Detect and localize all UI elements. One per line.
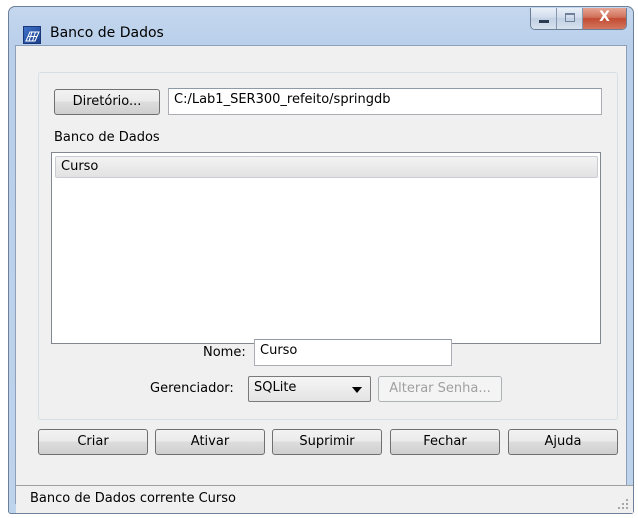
status-text: Banco de Dados corrente Curso bbox=[30, 491, 236, 506]
name-label: Nome: bbox=[203, 345, 246, 360]
manager-selected-value: SQLite bbox=[254, 380, 297, 395]
change-password-button[interactable]: Alterar Senha... bbox=[378, 376, 502, 402]
maximize-button[interactable] bbox=[557, 8, 583, 29]
minimize-icon bbox=[539, 20, 549, 23]
manager-label: Gerenciador: bbox=[150, 381, 234, 396]
activate-button[interactable]: Ativar bbox=[155, 429, 265, 455]
window-title: Banco de Dados bbox=[50, 25, 164, 41]
maximize-icon bbox=[565, 13, 575, 22]
delete-button[interactable]: Suprimir bbox=[272, 429, 382, 455]
manager-select[interactable]: SQLite bbox=[248, 376, 371, 402]
list-item-curso[interactable]: Curso bbox=[55, 156, 598, 178]
status-bar: Banco de Dados corrente Curso bbox=[16, 485, 633, 513]
create-button[interactable]: Criar bbox=[38, 429, 148, 455]
minimize-button[interactable] bbox=[531, 8, 557, 29]
database-list-label: Banco de Dados bbox=[54, 130, 160, 145]
name-input[interactable]: Curso bbox=[254, 339, 452, 366]
close-icon: X bbox=[599, 9, 610, 25]
database-grid-icon bbox=[23, 26, 41, 44]
directory-button[interactable]: Diretório... bbox=[54, 89, 160, 115]
caption-buttons: X bbox=[530, 8, 627, 30]
directory-path-field[interactable]: C:/Lab1_SER300_refeito/springdb bbox=[168, 88, 602, 115]
close-window-button[interactable]: X bbox=[583, 8, 626, 29]
resize-grip-icon[interactable] bbox=[617, 498, 629, 510]
close-button[interactable]: Fechar bbox=[390, 429, 500, 455]
help-button[interactable]: Ajuda bbox=[508, 429, 618, 455]
chevron-down-icon bbox=[352, 387, 362, 393]
database-listbox[interactable]: Curso bbox=[51, 152, 601, 344]
